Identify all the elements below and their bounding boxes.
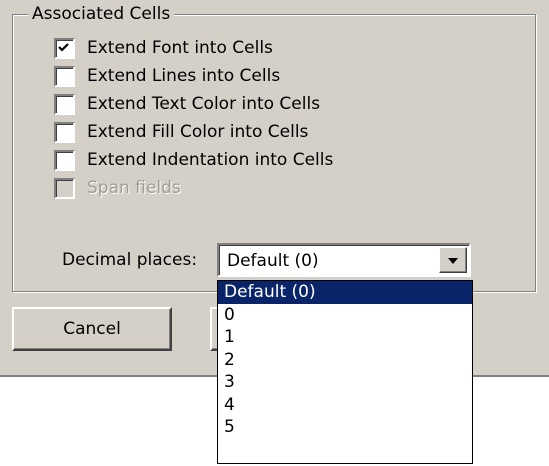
dropdown-option[interactable]: 2 bbox=[218, 349, 472, 372]
checkbox-label: Extend Indentation into Cells bbox=[87, 150, 334, 170]
checkbox-label: Span fields bbox=[87, 178, 181, 198]
dropdown-option[interactable]: Default (0) bbox=[218, 281, 472, 304]
cancel-button-label: Cancel bbox=[63, 319, 121, 339]
dropdown-option[interactable]: 0 bbox=[218, 304, 472, 327]
checkbox-box[interactable] bbox=[54, 149, 75, 171]
group-title: Associated Cells bbox=[28, 3, 175, 25]
checkbox-label: Extend Lines into Cells bbox=[87, 66, 281, 86]
checkbox-box[interactable] bbox=[54, 121, 75, 143]
checkbox-extend-indentation[interactable]: Extend Indentation into Cells bbox=[54, 148, 333, 172]
cancel-button[interactable]: Cancel bbox=[12, 307, 172, 351]
checkbox-label: Extend Text Color into Cells bbox=[87, 94, 321, 114]
dropdown-button[interactable] bbox=[439, 247, 467, 273]
dropdown-option[interactable]: 1 bbox=[218, 326, 472, 349]
checkbox-extend-lines[interactable]: Extend Lines into Cells bbox=[54, 64, 280, 88]
chevron-down-icon bbox=[448, 258, 458, 264]
decimal-places-combobox[interactable]: Default (0) bbox=[217, 243, 471, 277]
checkbox-label: Extend Font into Cells bbox=[87, 38, 273, 58]
checkbox-extend-fill-color[interactable]: Extend Fill Color into Cells bbox=[54, 120, 308, 144]
checkbox-extend-text-color[interactable]: Extend Text Color into Cells bbox=[54, 92, 320, 116]
checkbox-span-fields: Span fields bbox=[54, 176, 181, 200]
checkbox-box[interactable] bbox=[54, 37, 75, 59]
checkmark-icon bbox=[58, 42, 69, 52]
checkbox-label: Extend Fill Color into Cells bbox=[87, 122, 309, 142]
dropdown-option[interactable]: 4 bbox=[218, 394, 472, 417]
checkbox-box[interactable] bbox=[54, 65, 75, 87]
combobox-value: Default (0) bbox=[227, 251, 319, 271]
dropdown-option[interactable]: 3 bbox=[218, 371, 472, 394]
checkbox-box-disabled bbox=[54, 177, 75, 199]
checkbox-box[interactable] bbox=[54, 93, 75, 115]
checkbox-extend-font[interactable]: Extend Font into Cells bbox=[54, 36, 273, 60]
dropdown-option[interactable]: 5 bbox=[218, 416, 472, 439]
decimal-places-label: Decimal places: bbox=[62, 250, 198, 270]
decimal-places-dropdown-list[interactable]: Default (0) 0 1 2 3 4 5 bbox=[217, 280, 473, 464]
